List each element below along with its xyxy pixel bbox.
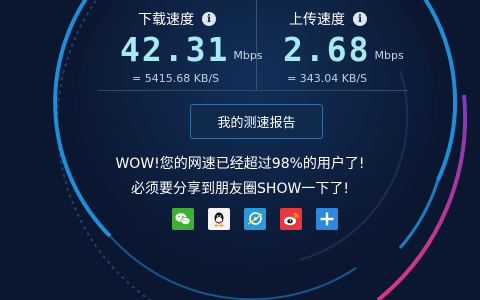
speed-report-button[interactable]: 我的测速报告 bbox=[190, 104, 323, 139]
upload-label-text: 上传速度 bbox=[289, 12, 345, 28]
share-qzone-button[interactable] bbox=[244, 208, 266, 230]
result-message-line2: 必须要分享到朋友圈SHOW一下了! bbox=[131, 181, 349, 197]
share-more-button[interactable] bbox=[316, 208, 338, 230]
wechat-icon bbox=[175, 213, 191, 225]
weibo-icon bbox=[284, 212, 299, 226]
share-wechat-button[interactable] bbox=[172, 208, 194, 230]
upload-kbps: = 343.04 KB/S bbox=[287, 72, 368, 85]
upload-info-icon[interactable]: i bbox=[353, 12, 367, 26]
upload-speed: 2.68 Mbps bbox=[283, 30, 404, 68]
download-speed-unit: Mbps bbox=[233, 49, 263, 62]
download-label-text: 下载速度 bbox=[138, 12, 194, 28]
download-speed: 42.31 Mbps bbox=[120, 30, 263, 68]
upload-speed-unit: Mbps bbox=[374, 49, 404, 62]
download-info-icon[interactable]: i bbox=[202, 12, 216, 26]
upload-label: 上传速度 i bbox=[289, 9, 367, 29]
share-qq-button[interactable] bbox=[208, 208, 230, 230]
qq-icon bbox=[214, 212, 224, 227]
upload-speed-value: 2.68 bbox=[283, 30, 371, 69]
result-message-line1: WOW!您的网速已经超过98%的用户了! bbox=[115, 156, 365, 172]
share-weibo-button[interactable] bbox=[280, 208, 302, 230]
download-kbps: = 5415.68 KB/S bbox=[132, 72, 220, 85]
download-label: 下载速度 i bbox=[138, 9, 216, 29]
share-bar bbox=[172, 208, 338, 230]
header-divider bbox=[98, 90, 408, 91]
qzone-icon bbox=[247, 212, 263, 225]
plus-icon bbox=[320, 212, 334, 226]
download-speed-value: 42.31 bbox=[120, 30, 230, 69]
